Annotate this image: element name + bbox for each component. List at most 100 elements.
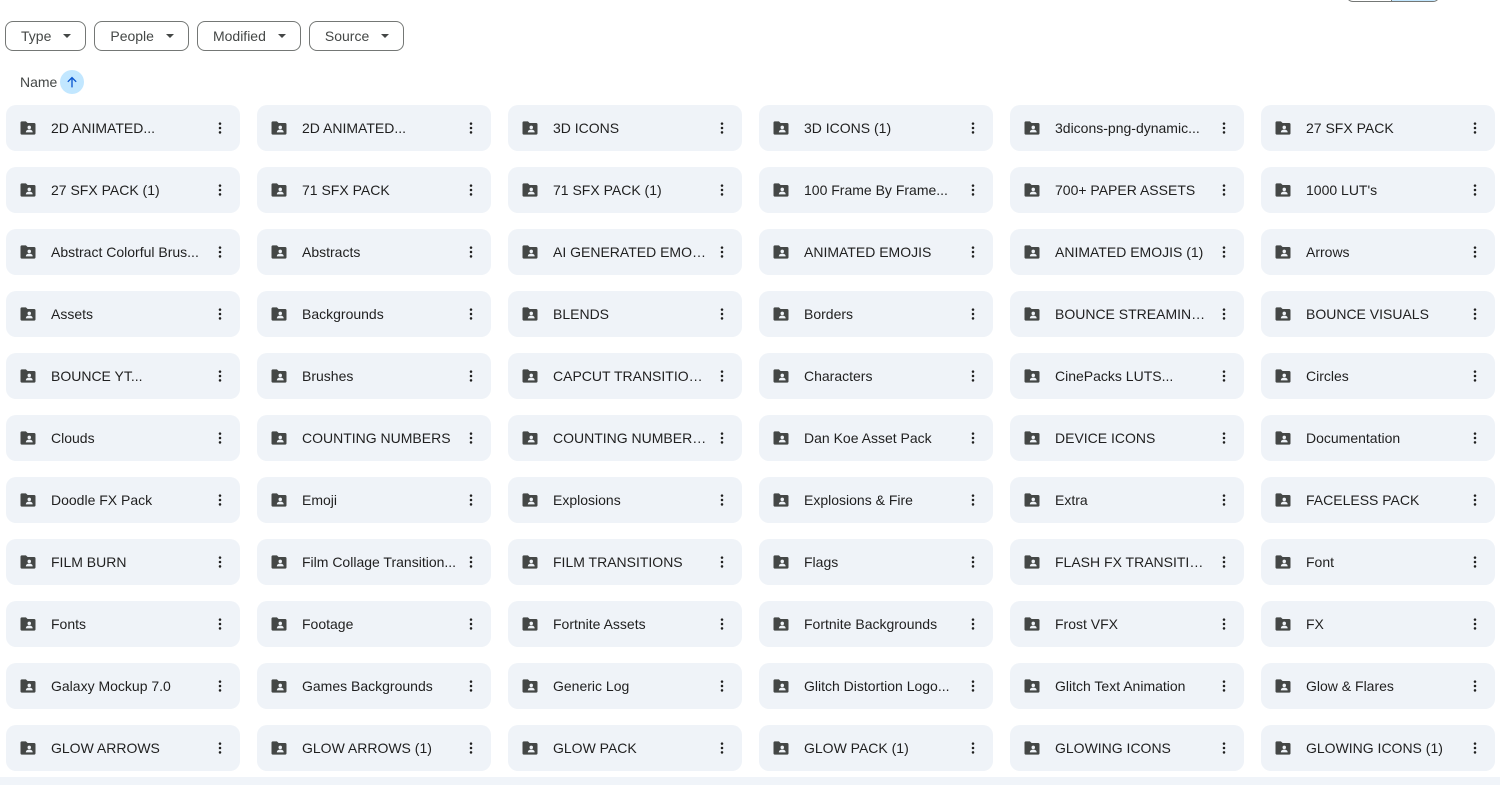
folder-item[interactable]: Glitch Text Animation: [1010, 663, 1244, 709]
more-actions-button[interactable]: [1210, 486, 1238, 514]
more-actions-button[interactable]: [959, 362, 987, 390]
folder-item[interactable]: BLENDS: [508, 291, 742, 337]
more-actions-button[interactable]: [1461, 734, 1489, 762]
folder-item[interactable]: Brushes: [257, 353, 491, 399]
more-actions-button[interactable]: [708, 362, 736, 390]
more-actions-button[interactable]: [1210, 114, 1238, 142]
more-actions-button[interactable]: [1461, 176, 1489, 204]
more-actions-button[interactable]: [708, 672, 736, 700]
sort-direction-button[interactable]: [60, 70, 85, 94]
more-actions-button[interactable]: [1210, 734, 1238, 762]
more-actions-button[interactable]: [959, 672, 987, 700]
more-actions-button[interactable]: [206, 424, 234, 452]
more-actions-button[interactable]: [1210, 238, 1238, 266]
folder-item[interactable]: 700+ PAPER ASSETS: [1010, 167, 1244, 213]
folder-item[interactable]: Glow & Flares: [1261, 663, 1495, 709]
folder-item[interactable]: Clouds: [6, 415, 240, 461]
more-actions-button[interactable]: [206, 548, 234, 576]
folder-item[interactable]: Borders: [759, 291, 993, 337]
filter-people-chip[interactable]: People: [94, 21, 189, 51]
folder-item[interactable]: Glitch Distortion Logo...: [759, 663, 993, 709]
more-actions-button[interactable]: [959, 548, 987, 576]
more-actions-button[interactable]: [708, 424, 736, 452]
folder-item[interactable]: 3D ICONS: [508, 105, 742, 151]
folder-item[interactable]: GLOW PACK: [508, 725, 742, 771]
folder-item[interactable]: Characters: [759, 353, 993, 399]
more-actions-button[interactable]: [959, 486, 987, 514]
sort-by-name-label[interactable]: Name: [20, 74, 57, 90]
folder-item[interactable]: Extra: [1010, 477, 1244, 523]
more-actions-button[interactable]: [206, 176, 234, 204]
more-actions-button[interactable]: [959, 238, 987, 266]
folder-item[interactable]: Abstract Colorful Brus...: [6, 229, 240, 275]
folder-item[interactable]: FACELESS PACK: [1261, 477, 1495, 523]
more-actions-button[interactable]: [1461, 114, 1489, 142]
more-actions-button[interactable]: [708, 238, 736, 266]
more-actions-button[interactable]: [1210, 548, 1238, 576]
more-actions-button[interactable]: [1210, 176, 1238, 204]
more-actions-button[interactable]: [959, 734, 987, 762]
more-actions-button[interactable]: [708, 300, 736, 328]
more-actions-button[interactable]: [206, 238, 234, 266]
folder-item[interactable]: 27 SFX PACK: [1261, 105, 1495, 151]
folder-item[interactable]: ANIMATED EMOJIS (1): [1010, 229, 1244, 275]
folder-item[interactable]: 1000 LUT's: [1261, 167, 1495, 213]
more-actions-button[interactable]: [708, 734, 736, 762]
more-actions-button[interactable]: [959, 114, 987, 142]
folder-item[interactable]: Games Backgrounds: [257, 663, 491, 709]
folder-item[interactable]: 3D ICONS (1): [759, 105, 993, 151]
more-actions-button[interactable]: [1210, 424, 1238, 452]
folder-item[interactable]: CinePacks LUTS...: [1010, 353, 1244, 399]
more-actions-button[interactable]: [457, 486, 485, 514]
folder-item[interactable]: GLOWING ICONS (1): [1261, 725, 1495, 771]
folder-item[interactable]: Footage: [257, 601, 491, 647]
more-actions-button[interactable]: [457, 548, 485, 576]
more-actions-button[interactable]: [206, 486, 234, 514]
more-actions-button[interactable]: [708, 176, 736, 204]
folder-item[interactable]: AI GENERATED EMOJIS: [508, 229, 742, 275]
more-actions-button[interactable]: [457, 424, 485, 452]
folder-item[interactable]: DEVICE ICONS: [1010, 415, 1244, 461]
folder-item[interactable]: Flags: [759, 539, 993, 585]
more-actions-button[interactable]: [1461, 238, 1489, 266]
folder-item[interactable]: GLOW ARROWS: [6, 725, 240, 771]
folder-item[interactable]: Fortnite Assets: [508, 601, 742, 647]
more-actions-button[interactable]: [959, 610, 987, 638]
more-actions-button[interactable]: [457, 238, 485, 266]
more-actions-button[interactable]: [457, 300, 485, 328]
folder-item[interactable]: 2D ANIMATED...: [257, 105, 491, 151]
more-actions-button[interactable]: [206, 672, 234, 700]
more-actions-button[interactable]: [708, 610, 736, 638]
folder-item[interactable]: Abstracts: [257, 229, 491, 275]
more-actions-button[interactable]: [206, 300, 234, 328]
folder-item[interactable]: Fonts: [6, 601, 240, 647]
more-actions-button[interactable]: [1461, 424, 1489, 452]
filter-modified-chip[interactable]: Modified: [196, 21, 301, 51]
folder-item[interactable]: 3dicons-png-dynamic...: [1010, 105, 1244, 151]
more-actions-button[interactable]: [1210, 672, 1238, 700]
grid-view-segment[interactable]: [1391, 0, 1439, 1]
folder-item[interactable]: FILM BURN: [6, 539, 240, 585]
folder-item[interactable]: Film Collage Transition...: [257, 539, 491, 585]
folder-item[interactable]: Frost VFX: [1010, 601, 1244, 647]
folder-item[interactable]: Dan Koe Asset Pack: [759, 415, 993, 461]
more-actions-button[interactable]: [1210, 362, 1238, 390]
more-actions-button[interactable]: [708, 486, 736, 514]
folder-item[interactable]: Doodle FX Pack: [6, 477, 240, 523]
folder-item[interactable]: COUNTING NUMBERS...: [508, 415, 742, 461]
more-actions-button[interactable]: [1461, 610, 1489, 638]
more-actions-button[interactable]: [457, 176, 485, 204]
folder-item[interactable]: 71 SFX PACK (1): [508, 167, 742, 213]
more-actions-button[interactable]: [959, 176, 987, 204]
folder-item[interactable]: GLOWING ICONS: [1010, 725, 1244, 771]
folder-item[interactable]: GLOW PACK (1): [759, 725, 993, 771]
more-actions-button[interactable]: [457, 610, 485, 638]
filter-source-chip[interactable]: Source: [308, 21, 405, 51]
more-actions-button[interactable]: [708, 114, 736, 142]
folder-item[interactable]: Fortnite Backgrounds: [759, 601, 993, 647]
more-actions-button[interactable]: [1210, 300, 1238, 328]
folder-item[interactable]: 27 SFX PACK (1): [6, 167, 240, 213]
more-actions-button[interactable]: [206, 610, 234, 638]
folder-item[interactable]: Galaxy Mockup 7.0: [6, 663, 240, 709]
more-actions-button[interactable]: [708, 548, 736, 576]
